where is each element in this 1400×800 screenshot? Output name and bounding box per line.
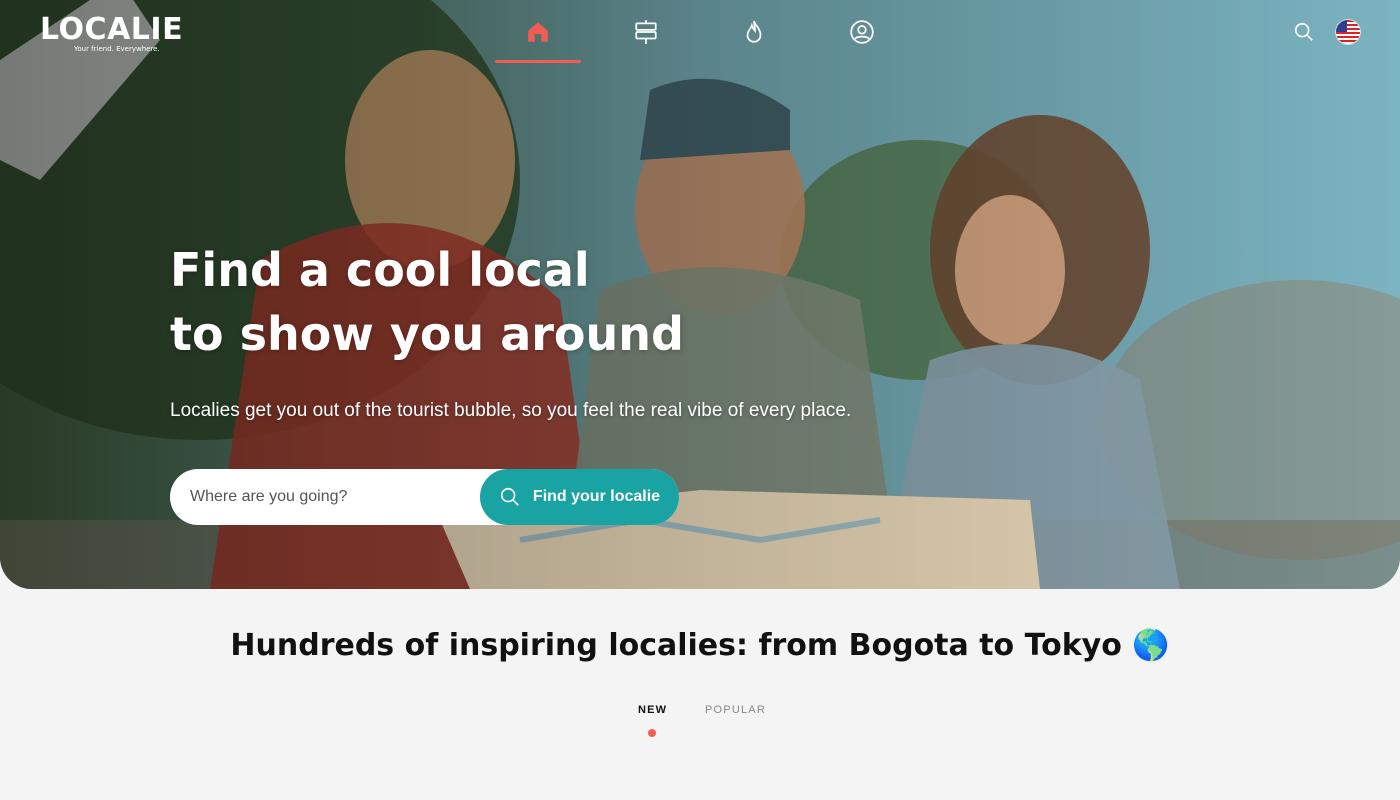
home-icon [528,22,548,42]
hero-banner: LOCALIE Your friend. Everywhere. Find a … [0,0,1400,589]
logo-tagline: Your friend. Everywhere. [74,45,160,53]
nav-guides[interactable] [628,14,664,50]
search-icon [1294,22,1313,41]
tab-popular[interactable]: POPULAR [705,704,766,716]
us-flag-icon [1336,20,1360,44]
listing-tabs: NEW POPULAR [0,704,1400,744]
hero-subheadline: Localies get you out of the tourist bubb… [170,400,852,421]
nav-home[interactable] [520,14,556,50]
language-selector[interactable] [1336,20,1360,44]
tab-new[interactable]: NEW [638,704,667,716]
find-localie-label: Find your localie [532,488,661,505]
logo-wordmark: LOCALIE [40,12,184,47]
logo[interactable]: LOCALIE Your friend. Everywhere. [40,8,183,56]
nav-profile[interactable] [844,14,880,50]
user-circle-icon [850,20,874,44]
active-nav-indicator [495,60,581,63]
hero-headline: Find a cool local to show you around [170,238,890,366]
top-navigation: LOCALIE Your friend. Everywhere. [0,0,1400,64]
search-icon [500,487,519,506]
destination-input[interactable] [190,469,480,525]
section-title: Hundreds of inspiring localies: from Bog… [230,628,1170,663]
flame-icon [746,20,762,43]
hero-headline-line2: to show you around [170,307,684,361]
header-search-button[interactable] [1286,14,1322,50]
destination-search: Find your localie [170,469,679,525]
nav-trending[interactable] [736,14,772,50]
hero-headline-line1: Find a cool local [170,243,590,297]
active-tab-indicator [648,729,656,737]
signpost-icon [635,20,657,44]
find-localie-button[interactable]: Find your localie [480,469,679,525]
